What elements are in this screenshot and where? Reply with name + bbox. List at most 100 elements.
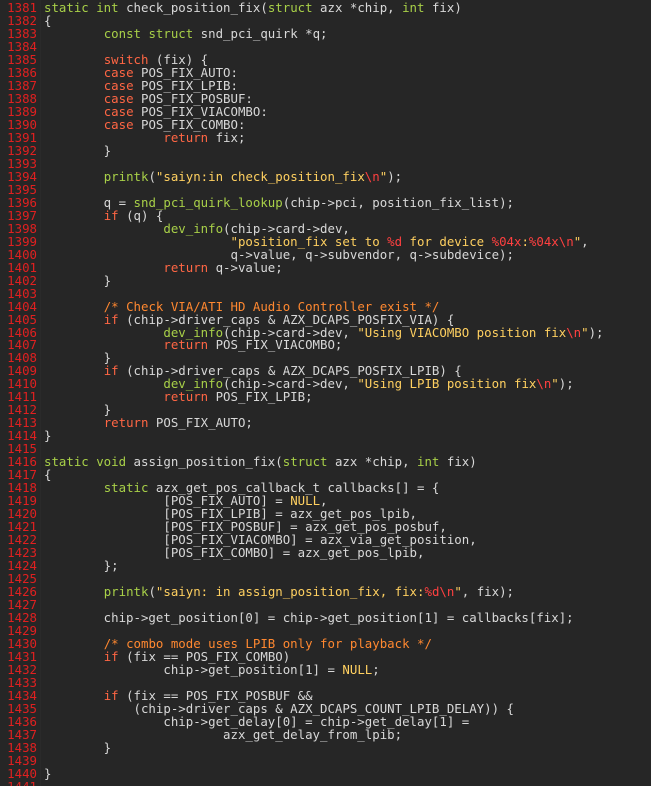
code-token: %04x\n: [528, 233, 574, 249]
code-token: snd_pci_quirk *q;: [200, 25, 328, 41]
code-token: azx *chip,: [334, 454, 418, 470]
code-token: ;: [372, 661, 380, 677]
code-token: }: [44, 428, 52, 444]
code-token: , fix);: [461, 584, 515, 600]
code-token: printk: [103, 584, 149, 600]
code-editor[interactable]: 1381 static int check_position_fix(struct…: [0, 0, 651, 786]
code-token: const struct: [103, 25, 201, 41]
line-number: 1435: [7, 700, 37, 716]
line-number: 1390: [7, 116, 37, 132]
line-number: 1396: [7, 194, 37, 210]
code-token: "Using VIACOMBO position fix: [357, 324, 567, 340]
code-token: int: [402, 0, 432, 15]
code-token: "saiyn:in check_position_fix: [155, 168, 365, 184]
line-code: }: [44, 429, 51, 442]
code-token: (: [148, 584, 156, 600]
code-token: (chip->pci, position_fix_list);: [282, 194, 514, 210]
code-token: fix;: [215, 129, 246, 145]
line-number: 1439: [7, 752, 37, 768]
code-token: ": [581, 324, 589, 340]
code-token: );: [558, 376, 574, 392]
line-code: printk("saiyn: in assign_position_fix, f…: [44, 585, 514, 598]
line-number: 1404: [7, 298, 37, 314]
line-number: 1389: [7, 103, 37, 119]
code-token: static int: [44, 0, 127, 15]
line-code: static void assign_position_fix(struct a…: [44, 455, 477, 468]
code-token: %d\n: [424, 584, 455, 600]
line-code: static int check_position_fix(struct azx…: [44, 1, 462, 14]
gutter-divider: [40, 0, 41, 786]
line-code: chip->get_position[0] = chip->get_positi…: [44, 611, 574, 624]
line-number: 1434: [7, 687, 37, 703]
code-token: ,: [581, 233, 589, 249]
line-number: 1438: [7, 739, 37, 755]
code-token: }: [44, 765, 52, 781]
line-number: 1384: [7, 38, 37, 54]
code-token: fix): [446, 454, 477, 470]
code-token: fix): [431, 0, 462, 15]
line-number: 1440: [7, 765, 37, 781]
code-token: NULL: [342, 661, 373, 677]
line-number: 1387: [7, 77, 37, 93]
line-code: }: [44, 741, 111, 754]
line-number: 1395: [7, 181, 37, 197]
line-number: 1433: [7, 674, 37, 690]
line-code: chip->get_position[1] = NULL;: [44, 661, 380, 677]
code-token: ": [454, 584, 462, 600]
code-token: :: [521, 233, 529, 249]
line-number: 1436: [7, 713, 37, 729]
code-token: };: [44, 558, 119, 574]
line-code: }: [44, 144, 111, 157]
code-token: printk: [103, 168, 149, 184]
line-number: 1394: [7, 168, 37, 184]
code-token: ": [551, 376, 559, 392]
line-code: printk("saiyn:in check_position_fix\n");: [44, 170, 402, 183]
code-token: chip->get_position[1] =: [44, 661, 343, 677]
line-number: 1397: [7, 207, 37, 223]
line-number: 1383: [7, 25, 37, 41]
line-number: 1441: [1, 780, 37, 786]
code-token: \n: [364, 168, 380, 184]
code-token: "saiyn: in assign_position_fix, fix:: [155, 584, 425, 600]
line-number: 1391: [7, 129, 37, 145]
line-number: 1392: [7, 142, 37, 158]
code-token: return: [103, 415, 156, 431]
line-number: 1403: [7, 285, 37, 301]
code-token: return: [163, 129, 216, 145]
code-token: "Using LPIB position fix: [357, 376, 537, 392]
line-code: return POS_FIX_AUTO;: [44, 416, 253, 429]
code-token: (: [148, 168, 156, 184]
code-token: }: [44, 142, 112, 158]
code-token: azx *chip,: [320, 0, 403, 15]
line-code: };: [44, 559, 119, 572]
line-code: }: [44, 767, 51, 780]
code-token: chip->get_position[0] = chip->get_positi…: [44, 610, 574, 626]
code-token: check_position_fix(: [126, 0, 268, 15]
code-token: \n: [536, 376, 552, 392]
code-token: POS_FIX_AUTO;: [155, 415, 253, 431]
code-token: \n: [566, 324, 582, 340]
line-number: 1398: [7, 220, 37, 236]
code-token: return: [163, 389, 216, 405]
line-number: 1386: [7, 64, 37, 80]
code-token: }: [44, 272, 112, 288]
code-token: POS_FIX_VIACOMBO;: [215, 337, 343, 353]
code-token: POS_FIX_LPIB;: [215, 389, 313, 405]
line-number: 1401: [7, 259, 37, 275]
line-number: 1405: [7, 311, 37, 327]
code-token: assign_position_fix(: [133, 454, 283, 470]
code-token: );: [588, 324, 604, 340]
line-code: }: [44, 274, 111, 287]
code-token: struct: [282, 454, 335, 470]
line-number: 1393: [7, 155, 37, 171]
line-number: 1402: [7, 272, 37, 288]
line-number: 1400: [7, 246, 37, 262]
code-token: );: [387, 168, 403, 184]
code-token: q->value;: [215, 259, 283, 275]
line-number: 1385: [7, 51, 37, 67]
code-token: return: [163, 337, 216, 353]
